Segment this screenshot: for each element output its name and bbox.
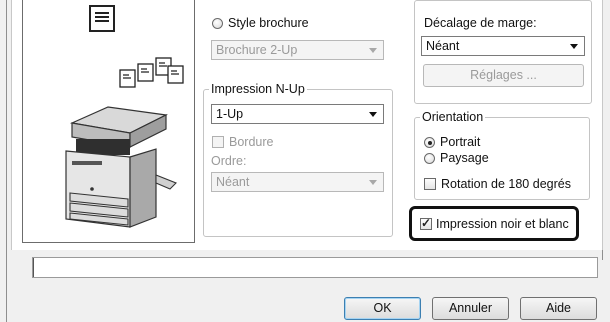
chevron-down-icon — [369, 48, 377, 53]
window-border-left — [6, 0, 7, 322]
status-field — [32, 257, 598, 278]
ok-button[interactable]: OK — [344, 297, 421, 320]
nup-select[interactable]: 1-Up — [211, 104, 384, 124]
margin-shift-label: Décalage de marge: — [424, 16, 537, 30]
landscape-label: Paysage — [440, 151, 489, 165]
margin-shift-select[interactable]: Néant — [421, 36, 585, 56]
cancel-button[interactable]: Annuler — [432, 297, 509, 320]
brochure-style-radio[interactable] — [212, 18, 223, 29]
border-label: Bordure — [229, 135, 274, 149]
black-white-label: Impression noir et blanc — [436, 217, 569, 231]
margin-settings-button[interactable]: Réglages ... — [423, 64, 584, 87]
orientation-group-title: Orientation — [420, 110, 486, 124]
brochure-style-select-value: Brochure 2-Up — [216, 43, 298, 57]
order-label: Ordre: — [211, 154, 247, 168]
chevron-down-icon — [369, 180, 377, 185]
multiple-copies-icon — [119, 57, 184, 88]
nup-select-value: 1-Up — [216, 107, 244, 121]
brochure-style-label: Style brochure — [228, 16, 309, 30]
landscape-radio[interactable] — [424, 153, 435, 164]
black-white-checkbox[interactable] — [420, 216, 432, 230]
nup-group-title: Impression N-Up — [209, 82, 307, 96]
rotate-180-label: Rotation de 180 degrés — [441, 177, 571, 191]
document-icon — [89, 5, 115, 32]
rotate-180-checkbox[interactable] — [424, 178, 436, 190]
chevron-down-icon — [369, 112, 377, 117]
chevron-down-icon — [570, 44, 578, 49]
brochure-style-select[interactable]: Brochure 2-Up — [211, 40, 384, 60]
portrait-label: Portrait — [440, 135, 481, 149]
portrait-radio[interactable] — [424, 137, 435, 148]
help-button[interactable]: Aide — [520, 297, 597, 320]
order-select-value: Néant — [216, 175, 250, 189]
margin-shift-select-value: Néant — [426, 39, 460, 53]
border-checkbox[interactable] — [212, 136, 224, 148]
order-select[interactable]: Néant — [211, 172, 384, 192]
multifunction-printer-icon — [65, 106, 177, 228]
